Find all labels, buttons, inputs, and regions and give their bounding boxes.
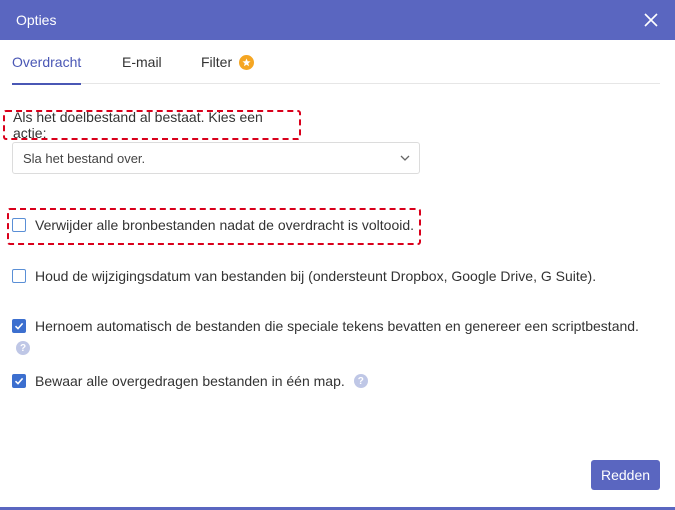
help-icon[interactable]: ? xyxy=(353,374,368,388)
conflict-label: Als het doelbestand al bestaat. Kies een… xyxy=(3,109,301,141)
checkbox-delete-source[interactable] xyxy=(12,218,26,232)
help-icon[interactable]: ? xyxy=(16,341,30,355)
chevron-down-icon xyxy=(400,155,410,161)
close-icon xyxy=(644,13,658,27)
option-keep-modified-date: Houd de wijzigingsdatum van bestanden bi… xyxy=(12,268,596,284)
dialog-title: Opties xyxy=(16,12,57,28)
checkmark-icon xyxy=(14,322,24,330)
option-label: Hernoem automatisch de bestanden die spe… xyxy=(35,318,639,334)
conflict-action-select[interactable]: Sla het bestand over. xyxy=(12,142,420,174)
option-label: Bewaar alle overgedragen bestanden in éé… xyxy=(35,373,345,389)
tab-label: Filter xyxy=(201,54,233,70)
close-button[interactable] xyxy=(639,8,663,32)
option-auto-rename: Hernoem automatisch de bestanden die spe… xyxy=(12,318,639,334)
tab-overdracht[interactable]: Overdracht xyxy=(12,40,82,85)
select-value: Sla het bestand over. xyxy=(23,150,146,166)
dialog-header: Opties xyxy=(0,0,675,40)
tab-bar: Overdracht E-mail Filter xyxy=(12,40,660,85)
checkbox-keep-modified-date[interactable] xyxy=(12,269,26,283)
option-single-folder: Bewaar alle overgedragen bestanden in éé… xyxy=(12,373,368,389)
tab-label: Overdracht xyxy=(12,54,82,70)
tab-label: E-mail xyxy=(122,54,162,70)
checkbox-single-folder[interactable] xyxy=(12,374,26,388)
option-label: Verwijder alle bronbestanden nadat de ov… xyxy=(35,217,415,233)
star-icon xyxy=(239,54,255,70)
checkbox-auto-rename[interactable] xyxy=(12,319,26,333)
tab-filter[interactable]: Filter xyxy=(201,40,255,84)
option-label: Houd de wijzigingsdatum van bestanden bi… xyxy=(35,268,597,284)
checkmark-icon xyxy=(14,377,24,385)
save-button[interactable]: Redden xyxy=(591,460,660,490)
tab-email[interactable]: E-mail xyxy=(122,40,162,84)
option-delete-source: Verwijder alle bronbestanden nadat de ov… xyxy=(12,217,414,233)
conflict-label-text: Als het doelbestand al bestaat. Kies een… xyxy=(13,109,263,141)
